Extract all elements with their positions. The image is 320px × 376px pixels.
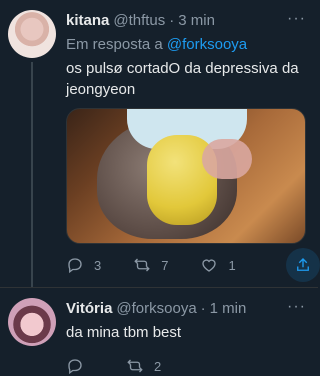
retweet-count: 2	[154, 358, 162, 374]
avatar[interactable]	[8, 10, 56, 58]
reply-count: 3	[94, 257, 102, 273]
like-icon	[202, 259, 217, 272]
retweet-icon	[127, 359, 143, 373]
tweet-kitana[interactable]: kitana @thftus · 3 min ··· Em resposta a…	[0, 0, 320, 287]
retweet-button[interactable]: 2	[126, 357, 161, 375]
like-button[interactable]: 1	[200, 256, 236, 274]
separator-dot: ·	[200, 299, 206, 317]
more-icon[interactable]: ···	[287, 298, 306, 316]
tweet-media-image[interactable]	[66, 108, 306, 244]
thread-line	[31, 62, 33, 287]
media-content	[202, 139, 252, 179]
retweet-icon	[134, 258, 150, 272]
tweet-actions: 2	[66, 357, 306, 375]
tweet-header: kitana @thftus · 3 min	[66, 10, 215, 30]
share-icon	[297, 258, 309, 271]
display-name[interactable]: Vitória	[66, 300, 112, 317]
separator-dot: ·	[169, 11, 175, 29]
tweet-time[interactable]: 1 min	[210, 300, 247, 317]
reply-prefix: Em resposta a	[66, 36, 163, 53]
avatar[interactable]	[8, 298, 56, 346]
tweet-text: da mina tbm best	[66, 324, 182, 341]
share-button[interactable]	[286, 248, 320, 282]
reply-icon	[68, 258, 82, 274]
user-handle[interactable]: @forksooya	[116, 300, 196, 317]
reply-icon	[68, 359, 82, 375]
more-icon[interactable]: ···	[287, 10, 306, 28]
like-count: 1	[228, 257, 236, 273]
tweet-header: Vitória @forksooya · 1 min	[66, 298, 246, 318]
tweet-vitoria[interactable]: Vitória @forksooya · 1 min ··· da mina t…	[0, 287, 318, 376]
tweet-actions: 3 7 1	[66, 248, 320, 282]
display-name[interactable]: kitana	[66, 12, 109, 29]
reply-context: Em resposta a @forksooya	[66, 36, 247, 53]
retweet-count: 7	[161, 257, 169, 273]
tweet-time[interactable]: 3 min	[178, 12, 215, 29]
reply-button[interactable]: 3	[66, 256, 101, 274]
tweet-text: os pulsø cortadO da depressiva da jeongy…	[66, 60, 299, 98]
reply-button[interactable]	[66, 357, 94, 375]
reply-mention-link[interactable]: @forksooya	[167, 36, 247, 53]
retweet-button[interactable]: 7	[133, 256, 168, 274]
user-handle[interactable]: @thftus	[113, 12, 165, 29]
